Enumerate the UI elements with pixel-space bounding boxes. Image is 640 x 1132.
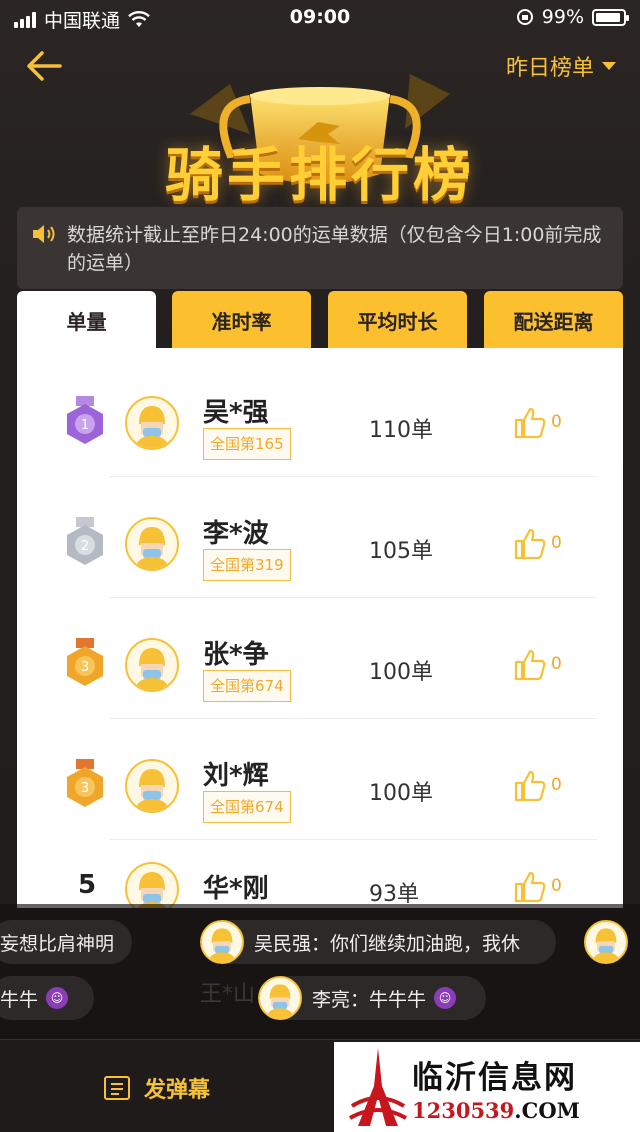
caret-down-icon bbox=[602, 62, 616, 70]
order-count: 100单 bbox=[369, 660, 433, 685]
rider-avatar bbox=[125, 759, 179, 813]
national-rank-badge: 全国第674 bbox=[203, 670, 291, 702]
thumbs-up-icon[interactable] bbox=[513, 648, 547, 682]
danmaku-text: 李亮：牛牛牛 bbox=[312, 988, 427, 1011]
national-rank-badge: 全国第319 bbox=[203, 549, 291, 581]
tab-order-count[interactable]: 单量 bbox=[17, 291, 156, 349]
user-avatar bbox=[258, 976, 302, 1020]
danmaku-message: 妄想比肩神明 bbox=[0, 920, 132, 964]
danmaku-icon bbox=[104, 1076, 130, 1100]
leaderboard-row[interactable]: 3 刘*辉 全国第674 100单 0 bbox=[17, 719, 623, 840]
tower-logo-icon bbox=[349, 1048, 407, 1126]
danmaku-message: 牛牛 ☺ bbox=[0, 976, 94, 1020]
user-avatar bbox=[200, 920, 244, 964]
leaderboard-period-dropdown[interactable]: 昨日榜单 bbox=[506, 50, 616, 82]
silver-medal-icon: 2 bbox=[67, 517, 103, 565]
watermark-domain-number: 1230539 bbox=[412, 1098, 515, 1123]
speaker-icon bbox=[33, 225, 55, 243]
tab-average-duration[interactable]: 平均时长 bbox=[328, 291, 467, 349]
tab-label: 平均时长 bbox=[357, 309, 438, 334]
watermark-domain: 1230539.COM bbox=[412, 1098, 580, 1123]
national-rank-badge: 全国第674 bbox=[203, 791, 291, 823]
send-label: 发弹幕 bbox=[144, 1078, 211, 1103]
svg-text:1: 1 bbox=[81, 418, 89, 433]
rider-name: 张*争 bbox=[203, 640, 269, 670]
bronze-medal-icon: 3 bbox=[67, 638, 103, 686]
screen: 中国联通 09:00 99% 昨日榜单 骑手排行榜 数据统计截止至昨日24:00… bbox=[0, 0, 640, 1132]
tab-delivery-distance[interactable]: 配送距离 bbox=[484, 291, 623, 349]
like-count: 0 bbox=[551, 876, 562, 896]
rider-name: 吴*强 bbox=[203, 398, 269, 428]
devil-emoji-icon: ☺ bbox=[46, 987, 69, 1009]
order-count: 100单 bbox=[369, 781, 433, 806]
dropdown-label: 昨日榜单 bbox=[505, 56, 594, 81]
bronze-medal-icon: 3 bbox=[67, 759, 103, 807]
rider-name: 李*波 bbox=[203, 519, 269, 549]
thumbs-up-icon[interactable] bbox=[513, 527, 547, 561]
svg-text:3: 3 bbox=[81, 660, 89, 675]
like-count: 0 bbox=[551, 412, 562, 432]
svg-text:2: 2 bbox=[81, 539, 89, 554]
like-count: 0 bbox=[551, 533, 562, 553]
partial-rider-name: 王*山 bbox=[200, 982, 256, 1007]
page-title: 骑手排行榜 bbox=[164, 141, 475, 209]
leaderboard-row[interactable]: 5 华*刚 93单 0 bbox=[17, 840, 623, 908]
order-count: 110单 bbox=[369, 418, 433, 443]
metric-tabs: 单量 准时率 平均时长 配送距离 bbox=[17, 291, 623, 349]
national-rank-badge: 全国第165 bbox=[203, 428, 291, 460]
danmaku-message: 吴民强：你们继续加油跑，我休 bbox=[200, 920, 556, 964]
watermark-domain-tld: .COM bbox=[514, 1098, 580, 1123]
thumbs-up-icon[interactable] bbox=[513, 870, 547, 904]
danmaku-overlay: 妄想比肩神明 吴民强：你们继续加油跑，我休 牛牛 ☺ 王*山 李亮：牛牛牛 ☺ bbox=[0, 904, 640, 1039]
rank-number: 5 bbox=[77, 870, 97, 900]
leaderboard-row[interactable]: 2 李*波 全国第319 105单 0 bbox=[17, 477, 623, 598]
purple-medal-icon: 1 bbox=[67, 396, 103, 444]
danmaku-text: 吴民强：你们继续加油跑，我休 bbox=[254, 932, 521, 955]
battery-icon bbox=[592, 8, 629, 26]
rider-name: 华*刚 bbox=[203, 874, 269, 904]
rider-avatar bbox=[125, 517, 179, 571]
tab-label: 准时率 bbox=[211, 309, 272, 334]
rider-avatar bbox=[125, 862, 179, 908]
watermark-title: 临沂信息网 bbox=[412, 1060, 577, 1096]
rider-avatar bbox=[125, 638, 179, 692]
thumbs-up-icon[interactable] bbox=[513, 406, 547, 440]
devil-emoji-icon: ☺ bbox=[434, 987, 457, 1009]
danmaku-text: 牛牛 bbox=[0, 988, 39, 1011]
leaderboard-row[interactable]: 1 吴*强 全国第165 110单 0 bbox=[17, 356, 623, 477]
back-arrow-icon[interactable] bbox=[24, 48, 64, 84]
rider-name: 刘*辉 bbox=[203, 761, 269, 791]
tab-on-time-rate[interactable]: 准时率 bbox=[172, 291, 311, 349]
svg-text:3: 3 bbox=[81, 781, 89, 796]
leaderboard-row[interactable]: 3 张*争 全国第674 100单 0 bbox=[17, 598, 623, 719]
thumbs-up-icon[interactable] bbox=[513, 769, 547, 803]
send-danmaku-button[interactable]: 发弹幕 bbox=[104, 1072, 210, 1104]
danmaku-text: 妄想比肩神明 bbox=[0, 932, 115, 955]
like-count: 0 bbox=[551, 654, 562, 674]
watermark-logo: 临沂信息网 1230539.COM bbox=[334, 1042, 640, 1132]
order-count: 105单 bbox=[369, 539, 433, 564]
like-count: 0 bbox=[551, 775, 562, 795]
battery-percent: 99% bbox=[541, 6, 584, 28]
tab-label: 配送距离 bbox=[513, 309, 594, 334]
danmaku-message: 李亮：牛牛牛 ☺ bbox=[258, 976, 486, 1020]
notice-text: 数据统计截止至昨日24:00的运单数据（仅包含今日1:00前完成的运单） bbox=[67, 224, 602, 274]
tab-label: 单量 bbox=[66, 309, 107, 334]
orientation-lock-icon bbox=[516, 9, 533, 25]
rider-avatar bbox=[125, 396, 179, 450]
status-bar: 中国联通 09:00 99% bbox=[0, 0, 640, 34]
data-notice: 数据统计截止至昨日24:00的运单数据（仅包含今日1:00前完成的运单） bbox=[17, 207, 623, 289]
leaderboard-list: 1 吴*强 全国第165 110单 0 2 李*波 全国第319 105单 0 bbox=[17, 348, 623, 908]
user-avatar bbox=[584, 920, 628, 964]
